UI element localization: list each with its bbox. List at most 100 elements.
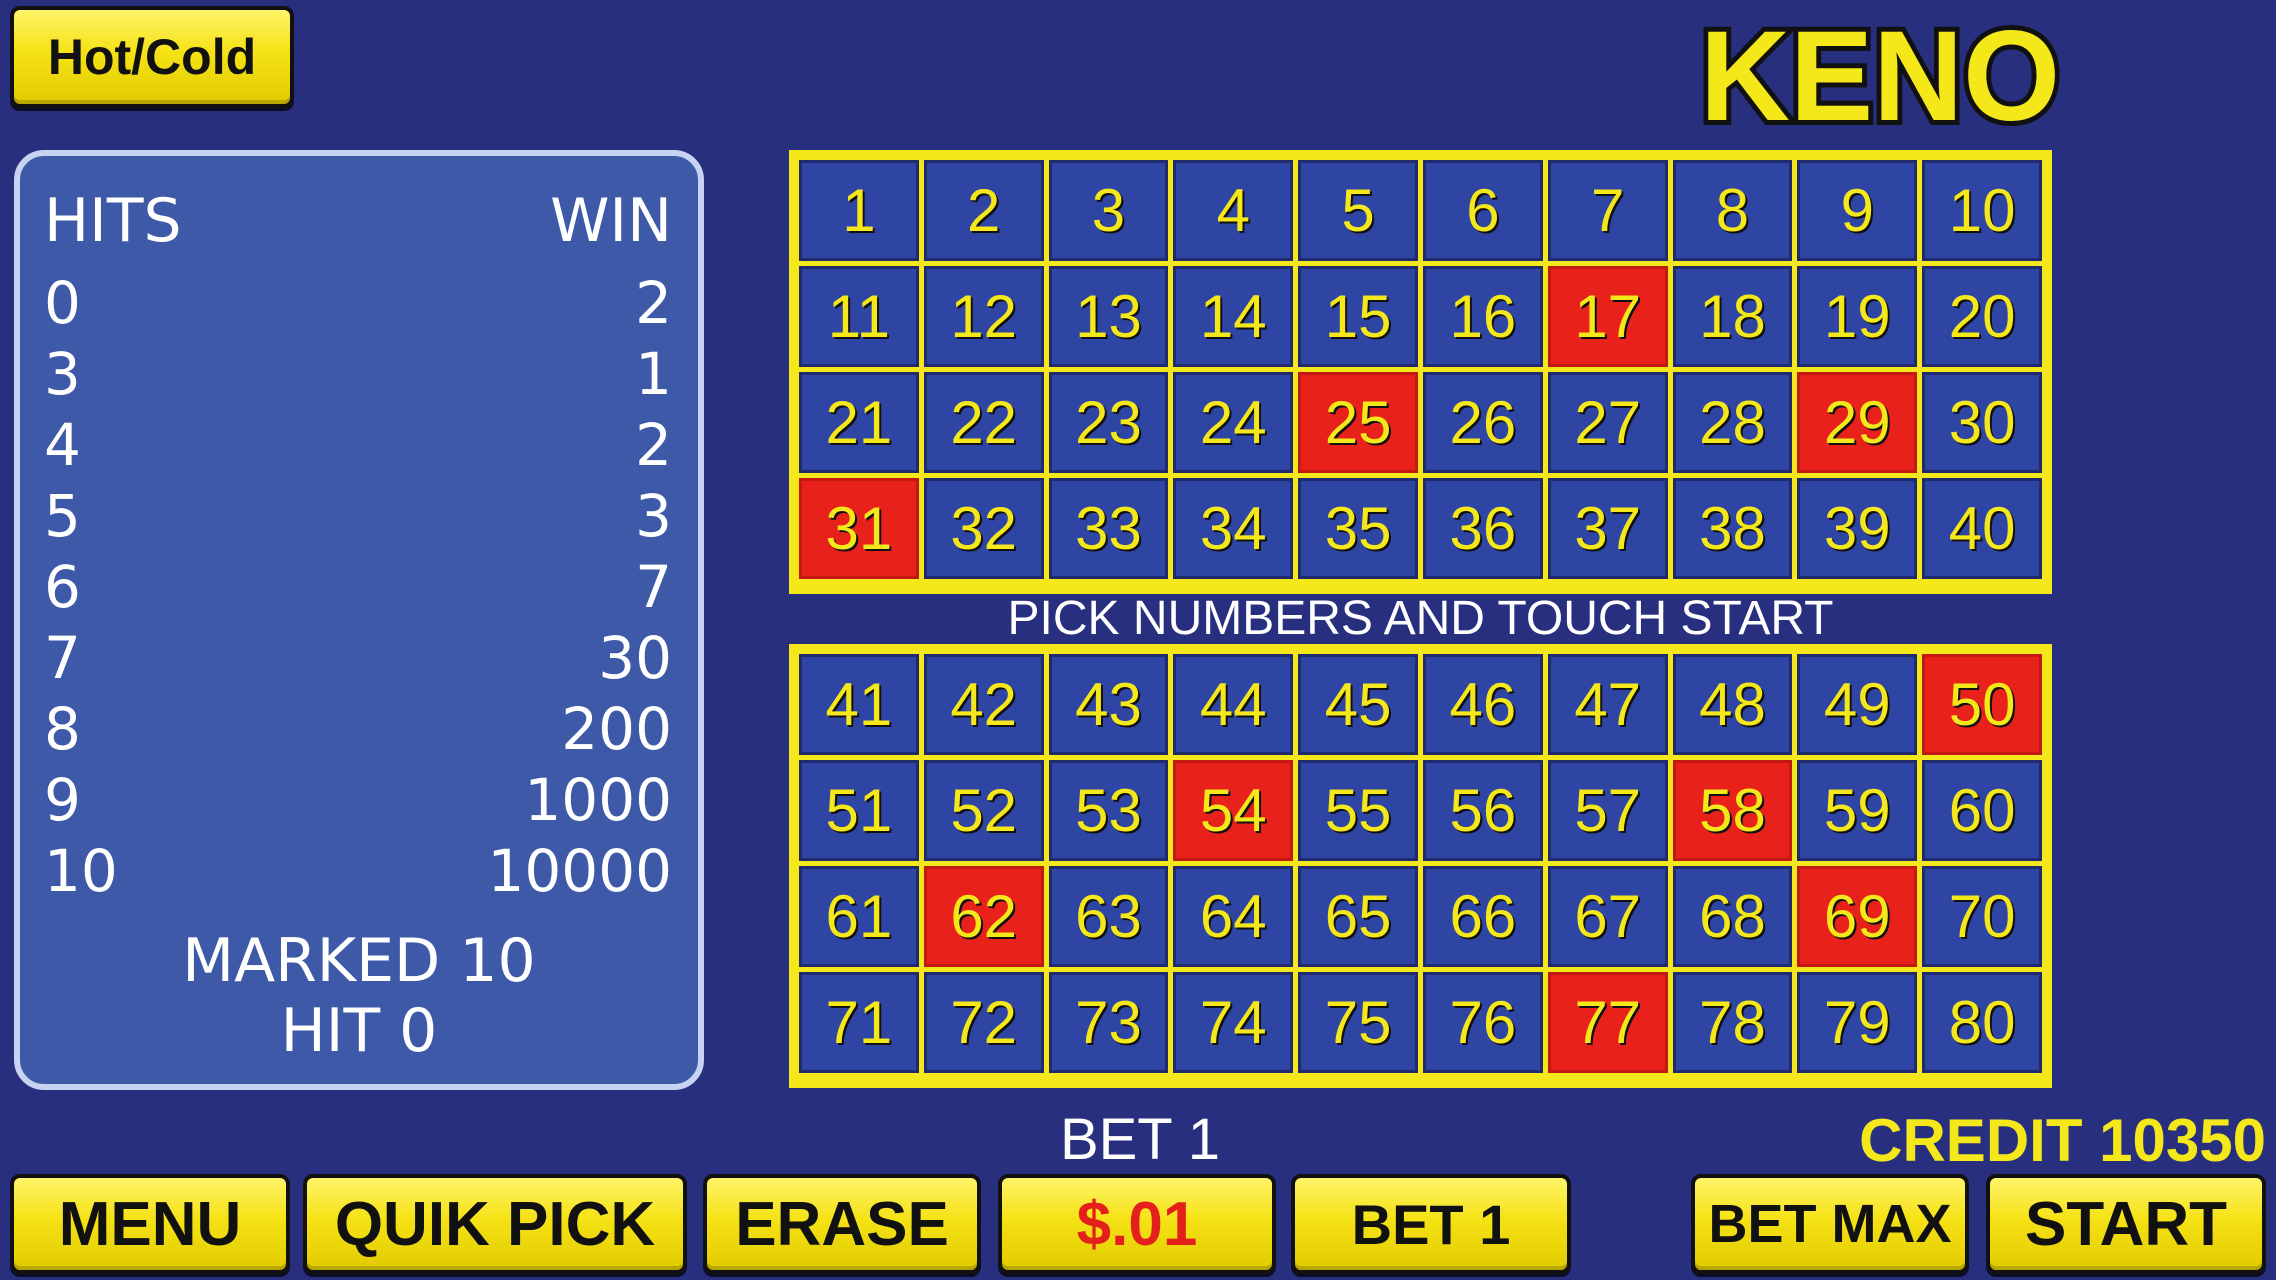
number-cell-15[interactable]: 15	[1298, 266, 1418, 367]
number-cell-60[interactable]: 60	[1922, 760, 2042, 861]
number-cell-54[interactable]: 54	[1173, 760, 1294, 861]
number-cell-46[interactable]: 46	[1423, 654, 1543, 755]
number-cell-49[interactable]: 49	[1797, 654, 1918, 755]
number-cell-29[interactable]: 29	[1797, 372, 1918, 473]
hot-cold-button[interactable]: Hot/Cold	[10, 6, 294, 108]
quik-pick-button[interactable]: QUIK PICK	[303, 1174, 687, 1274]
number-cell-3[interactable]: 3	[1048, 160, 1169, 261]
number-cell-19[interactable]: 19	[1797, 266, 1918, 367]
number-cell-9[interactable]: 9	[1797, 160, 1918, 261]
number-cell-50[interactable]: 50	[1922, 654, 2042, 755]
number-cell-32[interactable]: 32	[923, 478, 1044, 579]
number-cell-55[interactable]: 55	[1298, 760, 1418, 861]
number-cell-68[interactable]: 68	[1672, 866, 1793, 967]
number-cell-59[interactable]: 59	[1797, 760, 1918, 861]
number-cell-38[interactable]: 38	[1672, 478, 1793, 579]
number-cell-23[interactable]: 23	[1048, 372, 1169, 473]
paytable-hits: 5	[44, 482, 81, 550]
number-cell-63[interactable]: 63	[1048, 866, 1169, 967]
number-cell-69[interactable]: 69	[1797, 866, 1918, 967]
number-cell-8[interactable]: 8	[1672, 160, 1793, 261]
number-cell-56[interactable]: 56	[1423, 760, 1543, 861]
paytable-row: 8 200	[20, 695, 698, 765]
number-cell-22[interactable]: 22	[923, 372, 1044, 473]
denomination-button[interactable]: $.01	[998, 1174, 1276, 1274]
number-cell-13[interactable]: 13	[1048, 266, 1169, 367]
number-cell-77[interactable]: 77	[1547, 972, 1668, 1073]
menu-button[interactable]: MENU	[10, 1174, 290, 1274]
number-cell-11[interactable]: 11	[799, 266, 919, 367]
number-cell-58[interactable]: 58	[1672, 760, 1793, 861]
number-cell-17[interactable]: 17	[1547, 266, 1668, 367]
paytable-row: 5 3	[20, 482, 698, 552]
bet-one-button[interactable]: BET 1	[1291, 1174, 1571, 1274]
number-cell-39[interactable]: 39	[1797, 478, 1918, 579]
number-cell-4[interactable]: 4	[1173, 160, 1294, 261]
number-cell-33[interactable]: 33	[1048, 478, 1169, 579]
number-cell-12[interactable]: 12	[923, 266, 1044, 367]
number-cell-25[interactable]: 25	[1298, 372, 1418, 473]
number-cell-47[interactable]: 47	[1547, 654, 1668, 755]
number-cell-40[interactable]: 40	[1922, 478, 2042, 579]
number-cell-78[interactable]: 78	[1672, 972, 1793, 1073]
number-cell-62[interactable]: 62	[923, 866, 1044, 967]
number-cell-45[interactable]: 45	[1298, 654, 1418, 755]
number-cell-28[interactable]: 28	[1672, 372, 1793, 473]
number-cell-2[interactable]: 2	[923, 160, 1044, 261]
number-cell-66[interactable]: 66	[1423, 866, 1543, 967]
number-cell-24[interactable]: 24	[1173, 372, 1294, 473]
number-cell-75[interactable]: 75	[1298, 972, 1418, 1073]
number-cell-73[interactable]: 73	[1048, 972, 1169, 1073]
marked-count: MARKED 10	[182, 926, 536, 996]
number-cell-41[interactable]: 41	[799, 654, 919, 755]
number-cell-71[interactable]: 71	[799, 972, 919, 1073]
number-cell-76[interactable]: 76	[1423, 972, 1543, 1073]
number-cell-1[interactable]: 1	[799, 160, 919, 261]
number-cell-43[interactable]: 43	[1048, 654, 1169, 755]
number-cell-61[interactable]: 61	[799, 866, 919, 967]
number-cell-79[interactable]: 79	[1797, 972, 1918, 1073]
number-cell-21[interactable]: 21	[799, 372, 919, 473]
number-cell-7[interactable]: 7	[1547, 160, 1668, 261]
number-cell-53[interactable]: 53	[1048, 760, 1169, 861]
number-cell-14[interactable]: 14	[1173, 266, 1294, 367]
paytable-win: 2	[635, 411, 672, 479]
hits-header: HITS	[44, 186, 182, 256]
number-cell-6[interactable]: 6	[1423, 160, 1543, 261]
number-cell-31[interactable]: 31	[799, 478, 919, 579]
number-cell-42[interactable]: 42	[923, 654, 1044, 755]
number-cell-16[interactable]: 16	[1423, 266, 1543, 367]
number-cell-26[interactable]: 26	[1423, 372, 1543, 473]
bet-max-button[interactable]: BET MAX	[1691, 1174, 1969, 1274]
number-cell-64[interactable]: 64	[1173, 866, 1294, 967]
number-cell-20[interactable]: 20	[1922, 266, 2042, 367]
number-cell-34[interactable]: 34	[1173, 478, 1294, 579]
number-cell-10[interactable]: 10	[1922, 160, 2042, 261]
number-cell-5[interactable]: 5	[1298, 160, 1418, 261]
number-cell-65[interactable]: 65	[1298, 866, 1418, 967]
number-cell-67[interactable]: 67	[1547, 866, 1668, 967]
number-cell-74[interactable]: 74	[1173, 972, 1294, 1073]
start-button[interactable]: START	[1986, 1174, 2266, 1274]
number-cell-27[interactable]: 27	[1547, 372, 1668, 473]
number-cell-57[interactable]: 57	[1547, 760, 1668, 861]
number-board-top: 1 2 3 4 5 6 7 8 9 10 11 12 13 14 15 16 17 18 19 20 21 22 23 24 2…	[789, 150, 2052, 594]
number-cell-51[interactable]: 51	[799, 760, 919, 861]
number-cell-36[interactable]: 36	[1423, 478, 1543, 579]
paytable-hits: 7	[44, 624, 81, 692]
number-cell-70[interactable]: 70	[1922, 866, 2042, 967]
number-cell-30[interactable]: 30	[1922, 372, 2042, 473]
number-cell-48[interactable]: 48	[1672, 654, 1793, 755]
keno-logo-text: KENO	[1700, 5, 2060, 140]
paytable-win: 7	[635, 553, 672, 621]
number-cell-35[interactable]: 35	[1298, 478, 1418, 579]
number-cell-44[interactable]: 44	[1173, 654, 1294, 755]
paytable-win: 200	[561, 695, 672, 763]
number-cell-18[interactable]: 18	[1672, 266, 1793, 367]
number-cell-80[interactable]: 80	[1922, 972, 2042, 1073]
number-cell-37[interactable]: 37	[1547, 478, 1668, 579]
number-cell-72[interactable]: 72	[923, 972, 1044, 1073]
number-cell-52[interactable]: 52	[923, 760, 1044, 861]
erase-button[interactable]: ERASE	[703, 1174, 981, 1274]
paytable-hits: 3	[44, 340, 81, 408]
